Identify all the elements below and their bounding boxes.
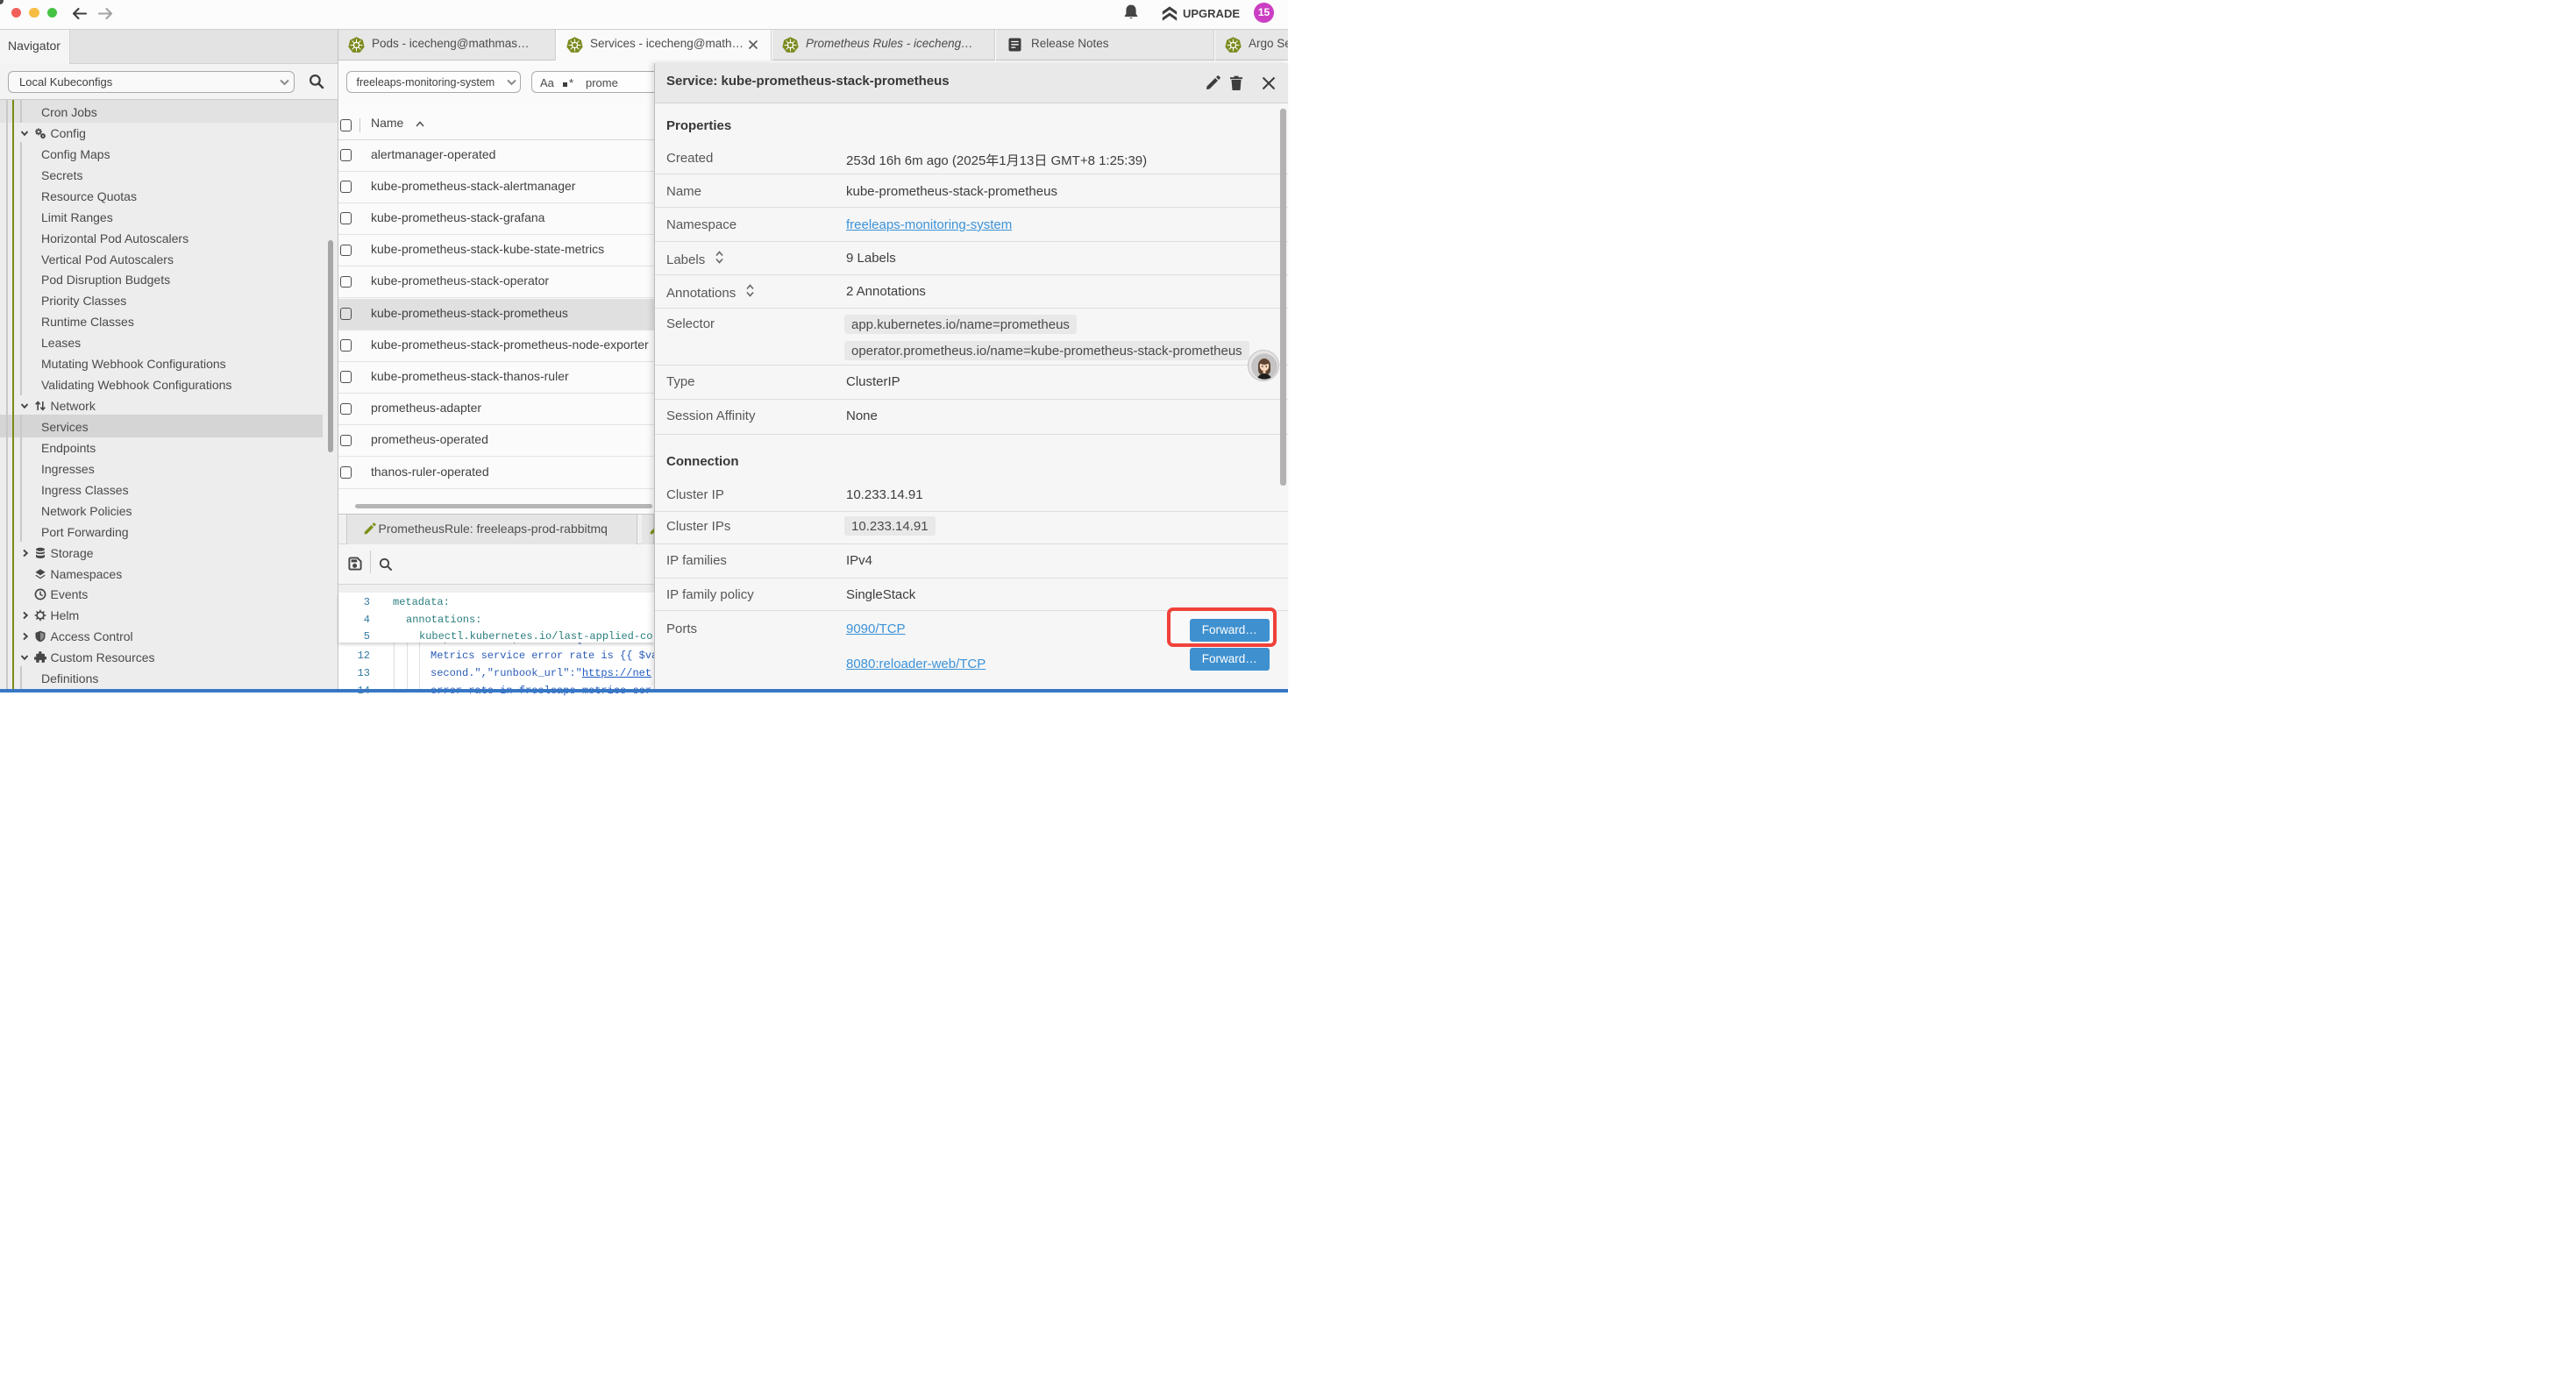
svg-text:*: * [569, 77, 573, 89]
